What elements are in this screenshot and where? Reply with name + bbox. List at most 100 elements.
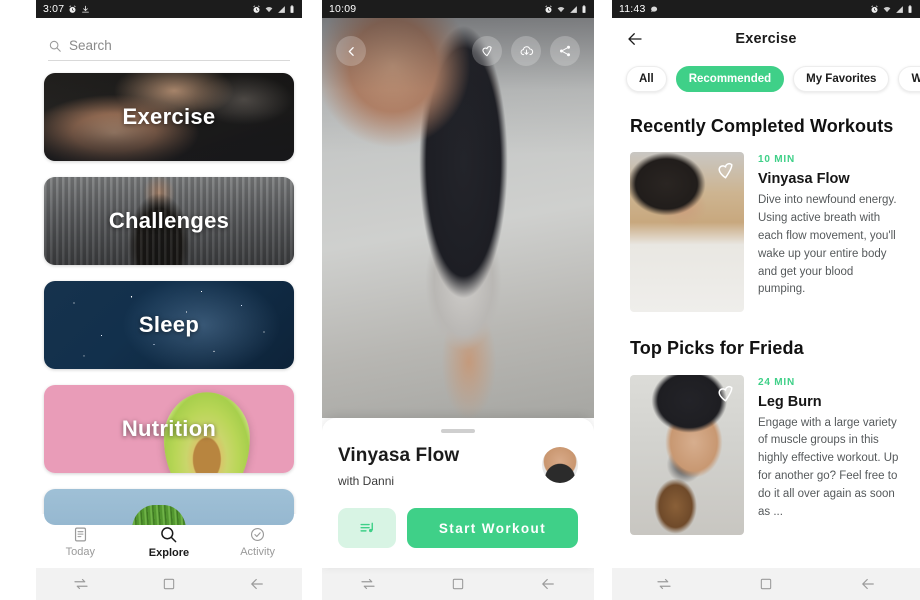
app-header: Exercise: [612, 18, 920, 60]
alarm-icon: [253, 4, 260, 13]
category-card-label: Challenges: [108, 208, 230, 233]
workout-name: Vinyasa Flow: [758, 171, 850, 188]
battery-icon: [290, 4, 294, 13]
download-button[interactable]: [511, 36, 541, 66]
recents-icon[interactable]: [72, 575, 90, 593]
signal-icon: [570, 5, 577, 13]
heart-icon[interactable]: [715, 160, 736, 181]
back-arrow-icon[interactable]: [859, 575, 877, 593]
exercise-list-body: Exercise All Recommended My Favorites Wo…: [612, 18, 920, 600]
workout-description: Dive into newfound energy. Using active …: [758, 194, 897, 296]
heart-icon: [482, 46, 492, 57]
status-time: 10:09: [329, 3, 357, 15]
today-doc-icon: [74, 527, 86, 542]
workout-duration: 24 MIN: [758, 376, 796, 388]
android-nav-bar: [322, 568, 594, 600]
section-title-recently-completed: Recently Completed Workouts: [630, 116, 894, 136]
tab-explore[interactable]: Explore: [139, 525, 199, 559]
workout-video-preview[interactable]: [322, 18, 594, 418]
media-top-controls: [322, 36, 594, 66]
wifi-icon: [265, 6, 273, 12]
category-card-sleep[interactable]: Sleep: [44, 281, 294, 369]
workout-bottom-sheet: Vinyasa Flow with Danni Start Workout: [322, 418, 594, 568]
battery-icon: [582, 4, 586, 13]
android-nav-bar: [612, 568, 920, 600]
explore-body: Search Exercise Challenges Sleep Nutriti…: [36, 38, 302, 600]
cloud-download-icon: [520, 45, 533, 55]
phone-screen-workout-detail: 10:09 Vinyasa Flow with Danni Start Work…: [322, 0, 594, 600]
status-bar: 3:07: [36, 0, 302, 18]
search-input-placeholder: Search: [69, 38, 112, 53]
tab-label: Explore: [148, 547, 190, 559]
phone-screen-exercise-list: 11:43 Exercise All Recommended My Favori…: [612, 0, 920, 600]
music-playlist-button[interactable]: [338, 508, 396, 548]
battery-icon: [908, 4, 912, 13]
workout-title: Vinyasa Flow: [338, 445, 460, 466]
tab-label: Activity: [240, 546, 276, 558]
music-playlist-icon: [359, 522, 373, 532]
chip-workout[interactable]: Workout: [898, 66, 920, 92]
list-item[interactable]: 10 MIN Vinyasa Flow Dive into newfound e…: [612, 138, 920, 313]
back-arrow-icon[interactable]: [248, 575, 266, 593]
share-button[interactable]: [550, 36, 580, 66]
phone-screen-explore: 3:07 Search Exercise Challenges Sleep Nu…: [36, 0, 302, 600]
home-square-icon[interactable]: [161, 576, 177, 592]
avatar[interactable]: [542, 447, 578, 483]
panel-gap: [594, 0, 612, 600]
tab-label: Today: [65, 546, 95, 558]
category-card-nutrition[interactable]: Nutrition: [44, 385, 294, 473]
status-bar: 11:43: [612, 0, 920, 18]
heart-icon[interactable]: [715, 383, 736, 404]
check-circle-icon: [251, 527, 265, 542]
workout-name: Leg Burn: [758, 393, 822, 410]
back-chevron-icon: [348, 46, 354, 56]
back-arrow-icon[interactable]: [539, 575, 557, 593]
recents-icon[interactable]: [359, 575, 377, 593]
sheet-grabber-handle[interactable]: [441, 429, 475, 433]
home-square-icon[interactable]: [758, 576, 774, 592]
chip-recommended[interactable]: Recommended: [675, 66, 785, 92]
screenshot-icon: [82, 5, 90, 13]
category-card-challenges[interactable]: Challenges: [44, 177, 294, 265]
tab-today[interactable]: Today: [50, 526, 110, 558]
start-workout-button[interactable]: Start Workout: [407, 508, 578, 548]
back-button[interactable]: [336, 36, 366, 66]
category-card-label: Exercise: [122, 104, 216, 129]
android-nav-bar: [36, 568, 302, 600]
alarm-icon: [871, 4, 878, 13]
signal-icon: [896, 5, 903, 13]
home-square-icon[interactable]: [450, 576, 466, 592]
status-time: 11:43: [619, 3, 646, 15]
category-card-exercise[interactable]: Exercise: [44, 73, 294, 161]
search-icon: [161, 527, 177, 543]
alarm-icon: [69, 4, 76, 13]
share-icon: [559, 45, 571, 57]
list-item[interactable]: 24 MIN Leg Burn Engage with a large vari…: [612, 361, 920, 535]
section-title-top-picks: Top Picks for Frieda: [630, 338, 804, 359]
recents-icon[interactable]: [655, 575, 673, 593]
status-bar: 10:09: [322, 0, 594, 18]
panel-gap: [302, 0, 322, 600]
chip-my-favorites[interactable]: My Favorites: [793, 66, 890, 92]
workout-instructor: with Danni: [338, 474, 395, 488]
workout-thumbnail[interactable]: [630, 374, 744, 535]
workout-actions: Start Workout: [338, 508, 578, 548]
favorite-button[interactable]: [472, 36, 502, 66]
category-card-partial[interactable]: [44, 489, 294, 525]
signal-icon: [278, 5, 285, 13]
chip-all[interactable]: All: [626, 66, 667, 92]
workout-duration: 10 MIN: [758, 154, 796, 166]
page-title: Exercise: [735, 31, 797, 47]
wifi-icon: [557, 6, 565, 12]
category-card-label: Nutrition: [121, 416, 217, 441]
category-card-label: Sleep: [138, 312, 200, 337]
workout-thumbnail[interactable]: [630, 152, 744, 313]
three-phone-screenshots: 3:07 Search Exercise Challenges Sleep Nu…: [0, 0, 920, 600]
filter-chip-row: All Recommended My Favorites Workout: [612, 60, 920, 104]
status-time: 3:07: [43, 3, 65, 15]
category-card-list: Exercise Challenges Sleep Nutrition: [44, 73, 294, 525]
tab-activity[interactable]: Activity: [228, 526, 288, 558]
wifi-icon: [883, 6, 891, 12]
search-bar[interactable]: Search: [48, 38, 290, 61]
workout-description: Engage with a large variety of muscle gr…: [758, 416, 899, 518]
